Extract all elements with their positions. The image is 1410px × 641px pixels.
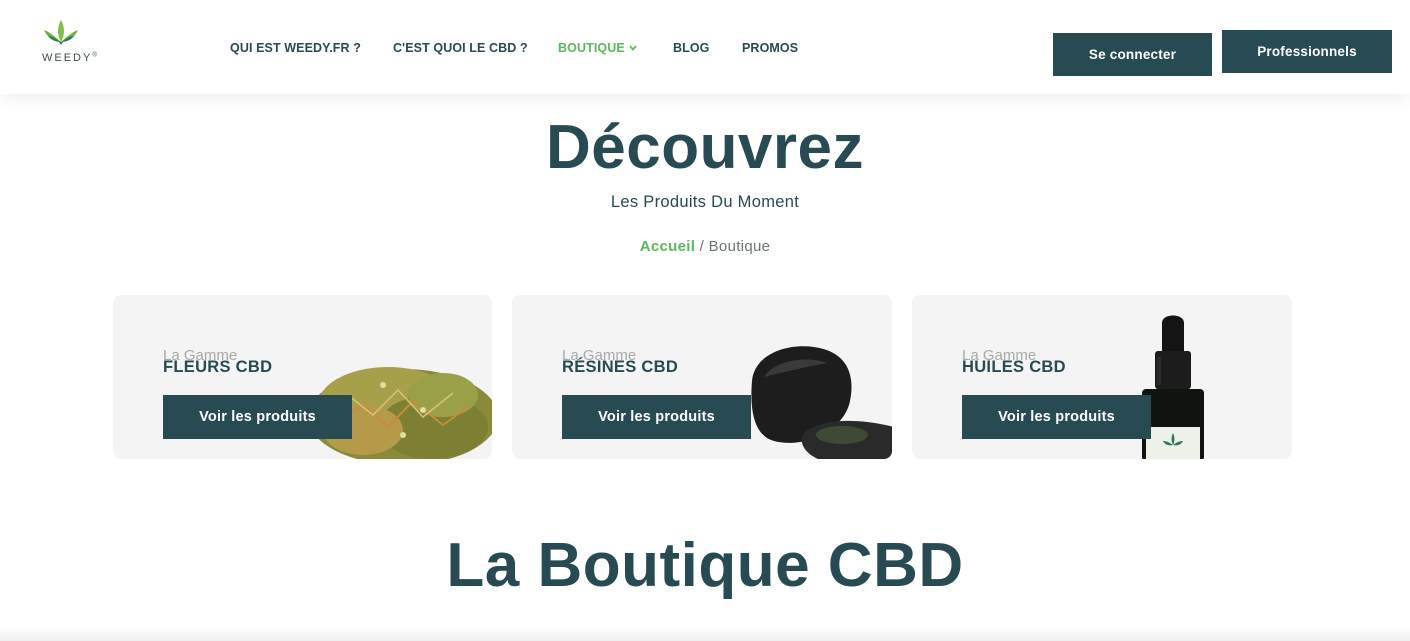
- weedy-logo[interactable]: WEEDY®: [40, 18, 104, 68]
- logo-wordmark: WEEDY®: [42, 52, 99, 64]
- hemp-leaf-icon: [44, 20, 78, 45]
- nav-item-cest-quoi-le-cbd[interactable]: C'EST QUOI LE CBD ?: [393, 41, 528, 55]
- card-title: HUILES CBD: [962, 358, 1066, 376]
- login-button[interactable]: Se connecter: [1053, 33, 1212, 76]
- view-products-button[interactable]: Voir les produits: [562, 395, 751, 439]
- nav-item-boutique[interactable]: BOUTIQUE: [558, 41, 637, 55]
- view-products-button[interactable]: Voir les produits: [962, 395, 1151, 439]
- section-title: La Boutique CBD: [446, 531, 964, 600]
- category-card-fleurs[interactable]: La Gamme FLEURS CBD Voir les produits: [113, 295, 492, 459]
- nav-item-boutique-label: BOUTIQUE: [558, 41, 625, 55]
- view-products-button[interactable]: Voir les produits: [163, 395, 352, 439]
- card-title: FLEURS CBD: [163, 358, 273, 376]
- category-card-huiles[interactable]: La Gamme HUILES CBD Voir les produits: [912, 295, 1292, 459]
- professionals-button[interactable]: Professionnels: [1222, 30, 1392, 73]
- nav-item-blog[interactable]: BLOG: [673, 41, 710, 55]
- section-divider: [0, 627, 1410, 641]
- nav-item-qui-est-weedy[interactable]: QUI EST WEEDY.FR ?: [230, 41, 361, 55]
- breadcrumb-current: Boutique: [708, 238, 771, 255]
- breadcrumb-home-link[interactable]: Accueil: [640, 238, 695, 255]
- breadcrumb-separator: /: [695, 238, 709, 255]
- page-subtitle: Les Produits Du Moment: [610, 193, 800, 211]
- breadcrumb: Accueil / Boutique: [0, 238, 1410, 255]
- chevron-down-icon: [629, 45, 637, 51]
- nav-item-promos[interactable]: PROMOS: [742, 41, 798, 55]
- category-card-resines[interactable]: La Gamme RÉSINES CBD Voir les produits: [512, 295, 892, 459]
- cbd-resin-image: [751, 346, 892, 459]
- card-title: RÉSINES CBD: [562, 358, 679, 376]
- page-title: Découvrez: [545, 113, 865, 182]
- site-header: WEEDY® QUI EST WEEDY.FR ? C'EST QUOI LE …: [0, 0, 1410, 94]
